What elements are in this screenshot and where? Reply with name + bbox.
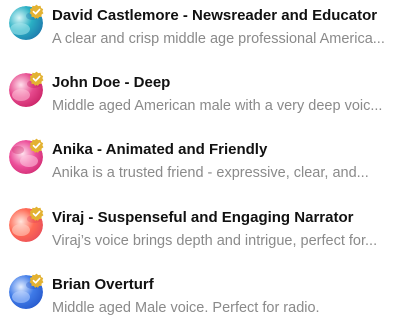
voice-description: Viraj’s voice brings depth and intrigue,… [52,233,378,249]
voice-avatar [9,138,44,174]
voice-name: John Doe - Deep [52,74,171,91]
verified-badge-icon [29,138,44,153]
voice-avatar [9,71,44,107]
voice-avatar [9,206,44,242]
voice-name: Viraj - Suspenseful and Engaging Narrato… [52,209,354,226]
verified-badge-icon [29,206,44,221]
voice-list: David Castlemore - Newsreader and Educat… [0,0,409,319]
voice-name: David Castlemore - Newsreader and Educat… [52,7,378,24]
verified-badge-icon [29,273,44,288]
voice-avatar [9,4,44,40]
voice-description: Middle aged Male voice. Perfect for radi… [52,300,320,316]
voice-item-david-castlemore[interactable]: David Castlemore - Newsreader and Educat… [0,2,409,58]
voice-description: Anika is a trusted friend - expressive, … [52,165,369,181]
voice-item-viraj[interactable]: Viraj - Suspenseful and Engaging Narrato… [0,204,409,260]
voice-avatar [9,273,44,309]
voice-description: A clear and crisp middle age professiona… [52,31,385,47]
voice-description: Middle aged American male with a very de… [52,98,383,114]
voice-item-john-doe[interactable]: John Doe - Deep Middle aged American mal… [0,69,409,125]
voice-item-anika[interactable]: Anika - Animated and Friendly Anika is a… [0,136,409,192]
verified-badge-icon [29,4,44,19]
verified-badge-icon [29,71,44,86]
voice-name: Brian Overturf [52,276,154,293]
voice-name: Anika - Animated and Friendly [52,141,268,158]
